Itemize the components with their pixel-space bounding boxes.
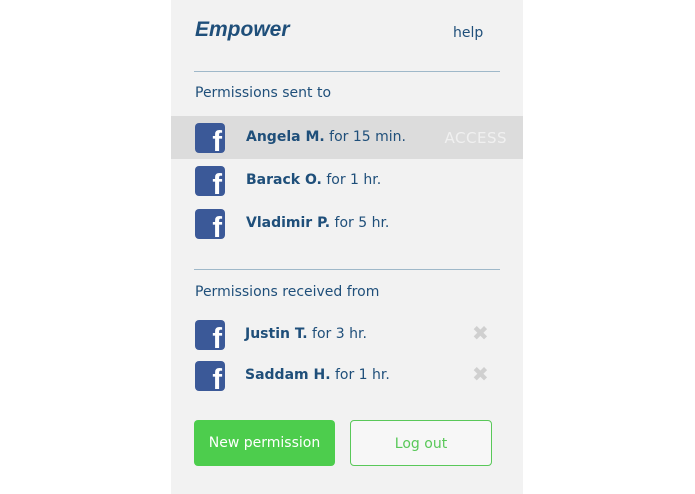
permission-duration: for 3 hr. [312,326,367,342]
section-divider [194,269,500,270]
sent-section-title: Permissions sent to [195,85,332,101]
remove-icon[interactable]: ✖ [472,362,489,386]
permission-name: Vladimir P. [246,215,331,231]
sent-row[interactable]: f Barack O. for 1 hr. [171,159,523,202]
permission-duration: for 15 min. [329,129,406,145]
access-button[interactable]: ACCESS [445,129,507,147]
sent-row[interactable]: f Vladimir P. for 5 hr. [171,202,523,245]
sent-row[interactable]: f Angela M. for 15 min. ACCESS [171,116,523,159]
facebook-icon: f [195,123,225,153]
logout-button[interactable]: Log out [350,420,492,466]
permission-name: Angela M. [246,129,325,145]
remove-icon[interactable]: ✖ [472,321,489,345]
permission-name: Barack O. [246,172,322,188]
permission-duration: for 1 hr. [334,367,390,383]
new-permission-button[interactable]: New permission [194,420,335,466]
received-section-title: Permissions received from [195,284,380,300]
facebook-icon: f [195,209,225,239]
header-divider [194,71,500,72]
facebook-icon: f [195,320,225,350]
facebook-icon: f [195,361,225,391]
received-row[interactable]: f Justin T. for 3 hr. ✖ [171,313,523,356]
app-logo: Empower [195,18,290,41]
permission-name: Saddam H. [245,367,331,383]
app-panel: Empower help Permissions sent to f Angel… [171,0,523,494]
permission-name: Justin T. [245,326,308,342]
permission-duration: for 5 hr. [334,215,390,231]
help-link[interactable]: help [453,25,483,41]
permission-duration: for 1 hr. [326,172,382,188]
facebook-icon: f [195,166,225,196]
received-row[interactable]: f Saddam H. for 1 hr. ✖ [171,354,523,397]
